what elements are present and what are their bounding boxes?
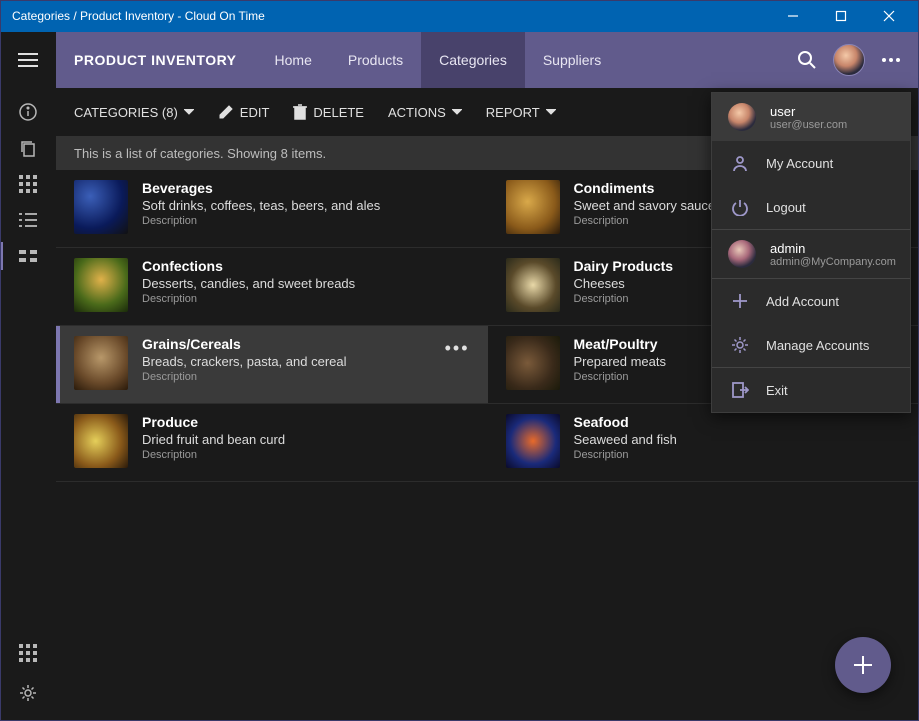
current-user-row[interactable]: user user@user.com [712, 93, 910, 141]
category-desc-label: Description [574, 371, 667, 383]
window-buttons [771, 2, 911, 30]
category-subtitle: Cheeses [574, 276, 674, 291]
category-title: Beverages [142, 180, 380, 196]
other-user-row[interactable]: admin admin@MyCompany.com [712, 229, 910, 278]
exit-label: Exit [766, 383, 788, 398]
category-desc-label: Description [574, 449, 677, 461]
tab-suppliers[interactable]: Suppliers [525, 32, 619, 88]
category-title: Meat/Poultry [574, 336, 667, 352]
edit-label: EDIT [240, 105, 270, 120]
app-header: PRODUCT INVENTORY Home Products Categori… [0, 32, 919, 88]
sidebar-copy[interactable] [0, 130, 56, 166]
category-title: Grains/Cereals [142, 336, 347, 352]
category-thumbnail [506, 180, 560, 234]
exit-icon [728, 378, 752, 402]
add-account-label: Add Account [766, 294, 839, 309]
category-card[interactable]: Beverages Soft drinks, coffees, teas, be… [56, 170, 488, 248]
category-subtitle: Breads, crackers, pasta, and cereal [142, 354, 347, 369]
category-subtitle: Seaweed and fish [574, 432, 677, 447]
sidebar [0, 88, 56, 721]
current-user-name: user [770, 104, 847, 119]
sidebar-apps[interactable] [0, 635, 56, 671]
sidebar-settings[interactable] [0, 675, 56, 711]
category-thumbnail [74, 180, 128, 234]
other-user-email: admin@MyCompany.com [770, 256, 896, 268]
category-thumbnail [74, 414, 128, 468]
sidebar-list[interactable] [0, 202, 56, 238]
category-thumbnail [506, 414, 560, 468]
exit-item[interactable]: Exit [712, 367, 910, 412]
logout-label: Logout [766, 200, 806, 215]
search-icon[interactable] [795, 48, 819, 72]
manage-accounts-item[interactable]: Manage Accounts [712, 323, 910, 367]
other-user-name: admin [770, 241, 896, 256]
category-thumbnail [74, 258, 128, 312]
category-subtitle: Prepared meats [574, 354, 667, 369]
category-desc-label: Description [574, 293, 674, 305]
category-card[interactable]: Grains/Cereals Breads, crackers, pasta, … [56, 326, 488, 404]
category-subtitle: Dried fruit and bean curd [142, 432, 285, 447]
category-desc-label: Description [142, 293, 355, 305]
nav-tabs: Home Products Categories Suppliers [257, 32, 620, 88]
category-card[interactable]: Produce Dried fruit and bean curd Descri… [56, 404, 488, 482]
menu-button[interactable] [0, 32, 56, 88]
tab-categories[interactable]: Categories [421, 32, 525, 88]
category-desc-label: Description [142, 449, 285, 461]
person-icon [728, 151, 752, 175]
tab-home[interactable]: Home [257, 32, 330, 88]
category-desc-label: Description [142, 215, 380, 227]
sidebar-grid-small[interactable] [0, 166, 56, 202]
category-thumbnail [74, 336, 128, 390]
category-desc-label: Description [142, 371, 347, 383]
app-title: PRODUCT INVENTORY [56, 52, 257, 68]
actions-label: ACTIONS [388, 105, 446, 120]
close-button[interactable] [867, 2, 911, 30]
minimize-button[interactable] [771, 2, 815, 30]
add-fab[interactable] [835, 637, 891, 693]
delete-label: DELETE [313, 105, 364, 120]
categories-count-label: CATEGORIES (8) [74, 105, 178, 120]
maximize-button[interactable] [819, 2, 863, 30]
category-title: Dairy Products [574, 258, 674, 274]
category-thumbnail [506, 336, 560, 390]
category-card[interactable]: Confections Desserts, candies, and sweet… [56, 248, 488, 326]
logout-item[interactable]: Logout [712, 185, 910, 229]
power-icon [728, 195, 752, 219]
window-titlebar: Categories / Product Inventory - Cloud O… [0, 0, 919, 32]
category-subtitle: Desserts, candies, and sweet breads [142, 276, 355, 291]
category-card[interactable]: Seafood Seaweed and fish Description [488, 404, 919, 482]
category-thumbnail [506, 258, 560, 312]
category-subtitle: Soft drinks, coffees, teas, beers, and a… [142, 198, 380, 213]
current-user-email: user@user.com [770, 119, 847, 131]
manage-accounts-label: Manage Accounts [766, 338, 869, 353]
my-account-label: My Account [766, 156, 833, 171]
info-text: This is a list of categories. Showing 8 … [74, 146, 326, 161]
categories-dropdown[interactable]: CATEGORIES (8) [74, 105, 194, 120]
user-avatar[interactable] [833, 44, 865, 76]
tab-products[interactable]: Products [330, 32, 421, 88]
header-right [795, 44, 919, 76]
my-account-item[interactable]: My Account [712, 141, 910, 185]
avatar-icon [728, 240, 756, 268]
sidebar-info[interactable] [0, 94, 56, 130]
more-icon[interactable] [879, 48, 903, 72]
delete-button[interactable]: DELETE [293, 104, 364, 120]
window-title: Categories / Product Inventory - Cloud O… [12, 9, 771, 23]
report-label: REPORT [486, 105, 540, 120]
avatar-icon [728, 103, 756, 131]
category-title: Produce [142, 414, 285, 430]
sidebar-cards[interactable] [0, 238, 56, 274]
gear-icon [728, 333, 752, 357]
edit-button[interactable]: EDIT [218, 104, 270, 120]
category-title: Seafood [574, 414, 677, 430]
report-dropdown[interactable]: REPORT [486, 105, 556, 120]
category-title: Confections [142, 258, 355, 274]
card-more-icon[interactable]: ••• [445, 338, 470, 359]
plus-icon [728, 289, 752, 313]
actions-dropdown[interactable]: ACTIONS [388, 105, 462, 120]
add-account-item[interactable]: Add Account [712, 278, 910, 323]
user-menu: user user@user.com My Account Logout adm… [711, 92, 911, 413]
